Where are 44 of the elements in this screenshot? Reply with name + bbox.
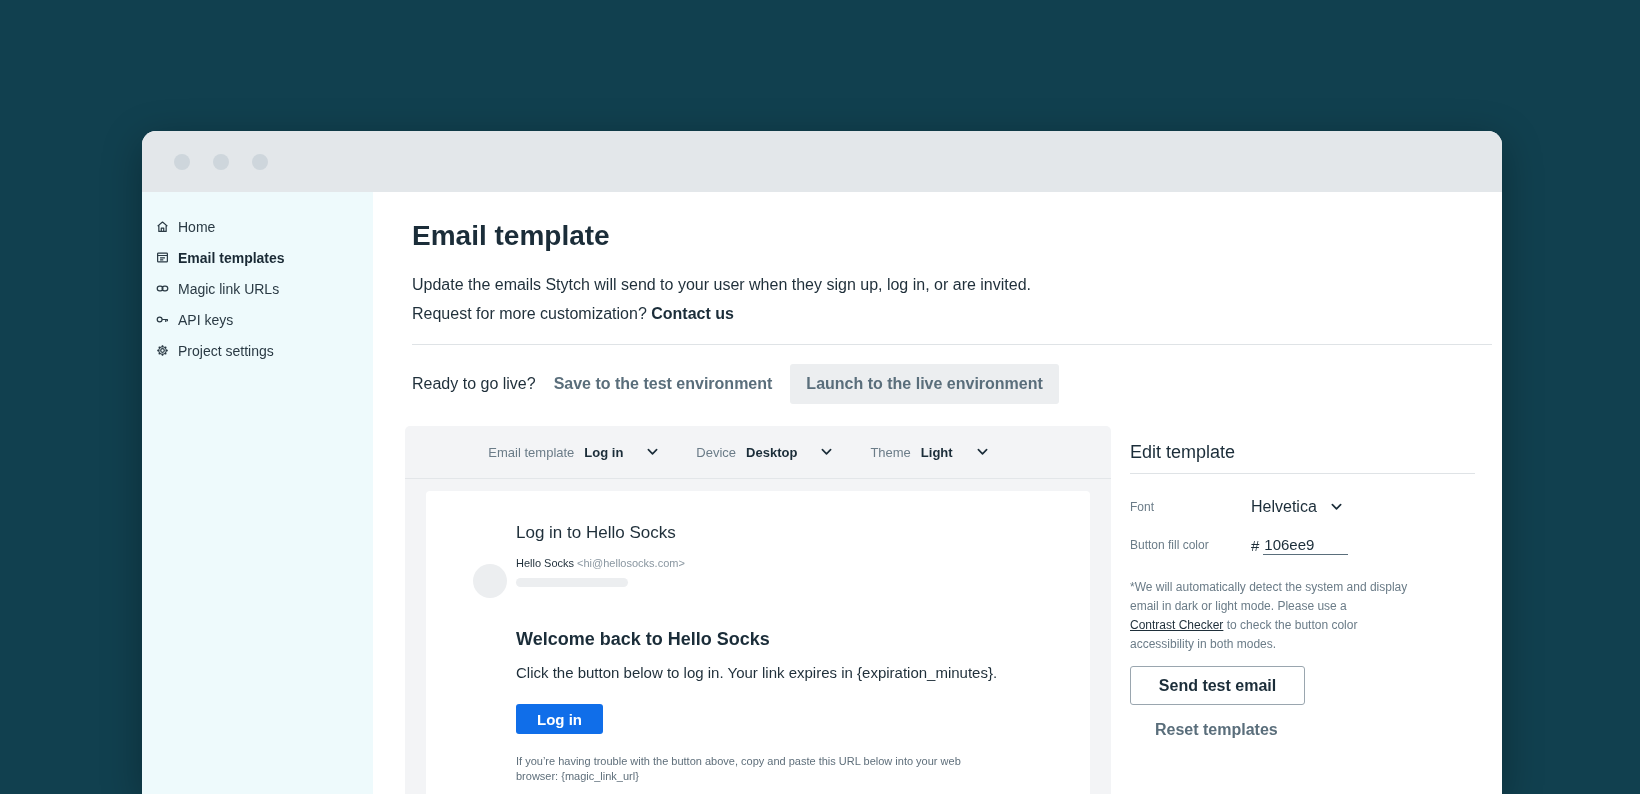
selector-label: Email template: [488, 444, 575, 460]
sidebar-item[interactable]: Home: [142, 211, 373, 242]
field-label: Font: [1130, 500, 1155, 514]
email-body-text: Click the button below to log in. Your link expires in {expiration_minutes}.: [516, 664, 999, 681]
dropdown[interactable]: Log in: [584, 444, 659, 460]
reset-button[interactable]: Reset templates: [1155, 717, 1278, 743]
selector-label: Device: [696, 444, 737, 460]
selector-label: Theme: [870, 444, 911, 460]
email-footer-text: If you’re having trouble with the button above, copy and paste this URL below into your web browser: {magic_link_url}: [516, 754, 962, 784]
sender-name: Hello Socks: [516, 557, 575, 569]
sidebar-item[interactable]: API keys: [142, 304, 373, 335]
chevron-down-icon: [647, 448, 659, 456]
hash-sign: #: [1251, 536, 1260, 554]
chevron-down-icon: [821, 448, 833, 456]
chevron-down-icon: [976, 448, 988, 456]
prompt-text: Ready to go live?: [412, 375, 536, 393]
font-dropdown[interactable]: Helvetica: [1251, 498, 1342, 516]
dropdown[interactable]: Light: [920, 444, 988, 460]
home-icon: [156, 220, 169, 233]
color-input[interactable]: 106ee9: [1263, 535, 1349, 555]
sidebar-item[interactable]: Magic link URLs: [142, 273, 373, 304]
save-button[interactable]: Save to the test environment: [553, 365, 773, 403]
send-test-button[interactable]: Send test email: [1130, 666, 1305, 705]
link-icon: [156, 282, 169, 295]
contact-link[interactable]: Contact us: [651, 305, 734, 322]
document-icon: [156, 251, 169, 264]
launch-button[interactable]: Launch to the live environment: [790, 364, 1059, 404]
page-title: Email template: [412, 220, 611, 252]
email-subject: Log in to Hello Socks: [516, 523, 677, 543]
description-text: Update the emails Stytch will send to your user when they sign up, log in, or are invited.: [412, 275, 1032, 295]
gear-icon: [156, 344, 169, 357]
panel-title: Edit template: [1130, 442, 1237, 463]
sender-address: <hi@hellosocks.com>: [577, 557, 685, 569]
key-icon: [156, 313, 169, 326]
contrast-checker-link[interactable]: Contrast Checker: [1130, 618, 1224, 632]
chevron-down-icon: [1330, 503, 1342, 511]
sidebar-item[interactable]: Email templates: [142, 242, 373, 273]
dropdown[interactable]: Desktop: [746, 444, 833, 460]
request-text: Request for more customization? Contact us: [412, 304, 735, 324]
login-button[interactable]: Log in: [516, 704, 603, 734]
email-heading: Welcome back to Hello Socks: [516, 629, 771, 650]
note-text: *We will automatically detect the system and display email in dark or light mode. Please use a Contrast Checker to check the button color accessibility in both modes.: [1130, 579, 1408, 653]
field-label: Button fill color: [1130, 538, 1210, 552]
sidebar-item[interactable]: Project settings: [142, 335, 373, 366]
